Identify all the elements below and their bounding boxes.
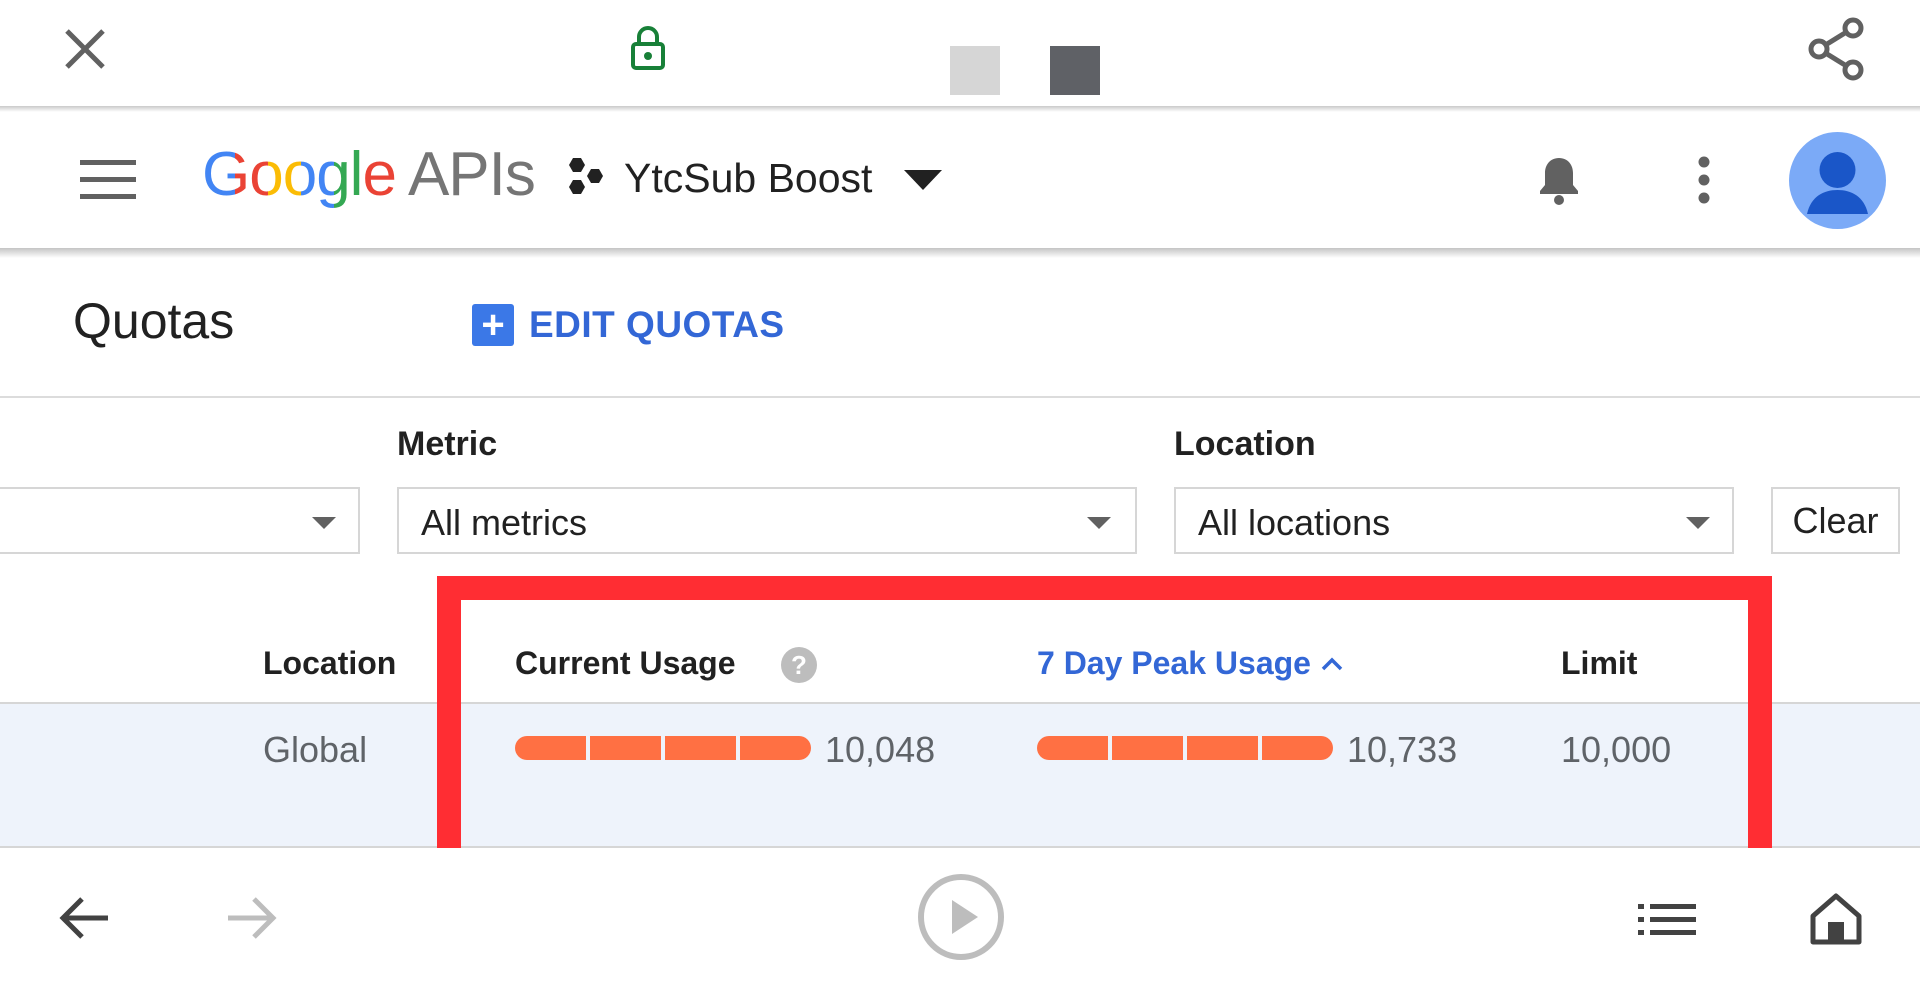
edit-quotas-label: EDIT QUOTAS [529,304,785,345]
share-icon[interactable] [1805,16,1867,82]
more-vert-icon[interactable] [1692,156,1716,204]
lock-icon [631,26,665,70]
metric-filter-value: All metrics [421,502,588,543]
location-cell: Global [263,729,368,770]
browser-top-bar [0,0,1920,108]
url-blurred-block [950,46,1000,95]
list-icon[interactable] [1638,902,1696,938]
column-header-location[interactable]: Location [263,645,396,682]
location-filter-label: Location [1174,425,1316,463]
divider [0,396,1920,398]
caret-down-icon [1087,517,1111,529]
clear-filters-button[interactable]: Clear [1771,487,1900,554]
metric-filter-select[interactable]: All metrics [397,487,1137,554]
service-filter-select[interactable] [0,487,360,554]
project-hexagons-icon [569,158,603,194]
project-selector-label[interactable]: YtcSub Boost [624,155,872,202]
page-title: Quotas [73,293,235,349]
google-apis-logo[interactable]: Google APIs [202,140,536,210]
notifications-bell-icon[interactable] [1538,154,1580,206]
caret-down-icon[interactable] [904,170,942,192]
arrow-forward-icon[interactable] [226,896,278,940]
edit-quotas-button[interactable]: + EDIT QUOTAS [472,303,785,347]
play-circle-icon[interactable] [916,872,1006,962]
home-icon[interactable] [1808,892,1864,946]
caret-down-icon [312,517,336,529]
plus-box-icon: + [472,304,514,346]
close-icon[interactable] [62,26,108,72]
metric-filter-label: Metric [397,425,498,463]
url-blurred-block [1050,46,1100,95]
location-filter-value: All locations [1198,502,1391,543]
location-filter-select[interactable]: All locations [1174,487,1734,554]
account-avatar-icon[interactable] [1789,132,1886,229]
bottom-navigation-bar [0,848,1920,996]
apis-wordmark: APIs [407,140,536,209]
arrow-back-icon[interactable] [58,896,110,940]
hamburger-menu-icon[interactable] [80,160,136,200]
google-wordmark: Google [202,140,397,209]
header-shadow [0,248,1920,258]
caret-down-icon [1686,517,1710,529]
